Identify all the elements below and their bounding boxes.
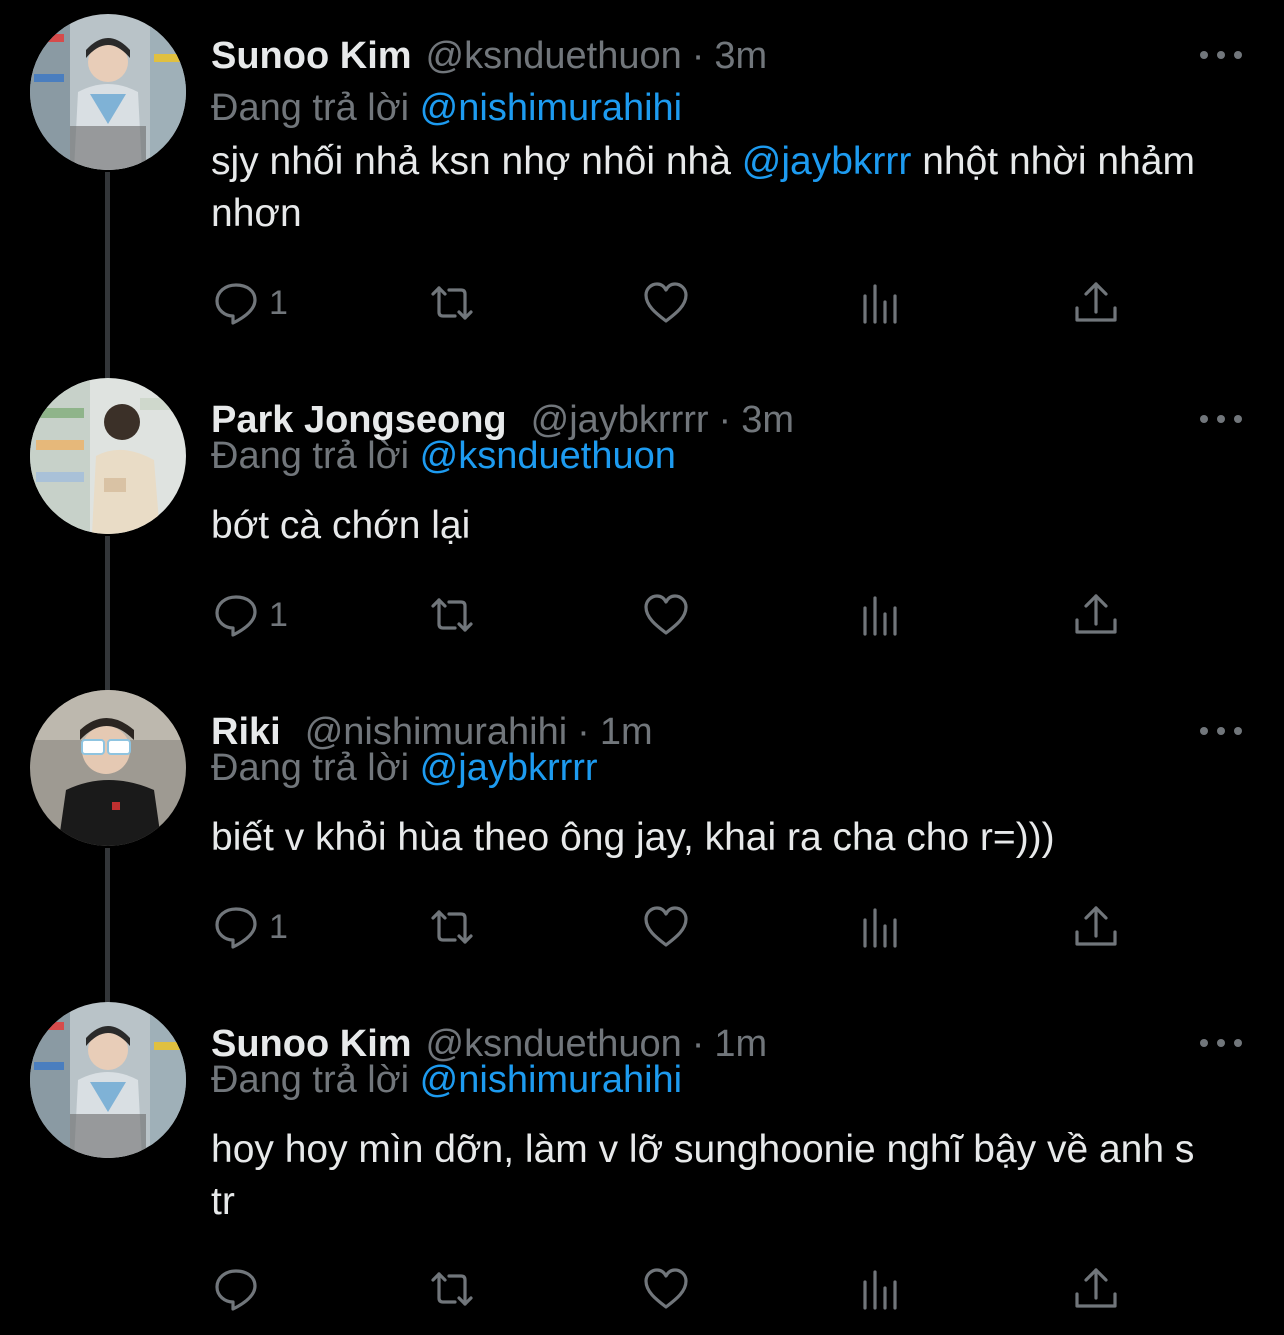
- tweet-text: sjy nhối nhả ksn nhợ nhôi nhà @jaybkrrr …: [211, 136, 1221, 240]
- views-icon: [863, 1270, 897, 1310]
- share-button[interactable]: [1071, 276, 1121, 330]
- views-icon: [863, 596, 897, 636]
- retweet-button[interactable]: [427, 1262, 477, 1316]
- replying-to-label: Đang trả lời: [211, 87, 410, 129]
- avatar-photo-jongseong: [30, 378, 186, 534]
- timestamp[interactable]: 3m: [741, 399, 794, 441]
- avatar[interactable]: [30, 378, 186, 534]
- separator: ·: [691, 35, 705, 77]
- reply-icon: [215, 283, 257, 325]
- avatar-photo-sunoo: [30, 1002, 186, 1158]
- like-button[interactable]: [641, 588, 691, 642]
- reply-count: 1: [269, 283, 288, 322]
- more-icon[interactable]: [1200, 716, 1242, 746]
- share-icon: [1075, 1268, 1117, 1308]
- action-bar: 1: [211, 276, 1131, 330]
- reply-button[interactable]: 1: [211, 276, 288, 330]
- views-icon: [863, 908, 897, 948]
- share-button[interactable]: [1071, 900, 1121, 954]
- timestamp[interactable]: 3m: [714, 35, 767, 77]
- views-button[interactable]: [857, 1262, 907, 1316]
- tweet-header: Sunoo Kim @ksnduethuon · 3m: [211, 30, 767, 82]
- like-icon: [644, 1268, 688, 1309]
- like-button[interactable]: [641, 276, 691, 330]
- views-button[interactable]: [857, 900, 907, 954]
- replying-to: Đang trả lời @nishimurahihi: [211, 82, 682, 134]
- reply-count: 1: [269, 907, 288, 946]
- retweet-button[interactable]: [427, 900, 477, 954]
- reply-button[interactable]: 1: [211, 900, 288, 954]
- share-button[interactable]: [1071, 588, 1121, 642]
- reply-count: 1: [269, 595, 288, 634]
- avatar-photo-sunoo: [30, 14, 186, 170]
- tweet-text: biết v khỏi hùa theo ông jay, khai ra ch…: [211, 812, 1221, 864]
- share-icon: [1075, 594, 1117, 634]
- like-icon: [644, 594, 688, 635]
- mention-link[interactable]: @jaybkrrr: [742, 140, 912, 183]
- tweet-text-part: bớt cà chớn lại: [211, 504, 471, 547]
- like-button[interactable]: [641, 900, 691, 954]
- thread-line: [105, 848, 110, 1004]
- like-icon: [644, 906, 688, 947]
- replying-to-label: Đang trả lời: [211, 435, 410, 477]
- reply-icon: [215, 907, 257, 949]
- display-name[interactable]: Sunoo Kim: [211, 35, 412, 77]
- avatar[interactable]: [30, 14, 186, 170]
- share-button[interactable]: [1071, 1262, 1121, 1316]
- replying-to-mention[interactable]: @nishimurahihi: [420, 1059, 682, 1101]
- avatar[interactable]: [30, 1002, 186, 1158]
- user-handle[interactable]: @ksnduethuon: [426, 35, 682, 77]
- more-icon[interactable]: [1200, 404, 1242, 434]
- action-bar: 1: [211, 900, 1131, 954]
- replying-to: Đang trả lời @ksnduethuon: [211, 430, 676, 482]
- like-button[interactable]: [641, 1262, 691, 1316]
- replying-to-label: Đang trả lời: [211, 1059, 410, 1101]
- avatar[interactable]: [30, 690, 186, 846]
- views-button[interactable]: [857, 588, 907, 642]
- action-bar: [211, 1262, 1131, 1316]
- reply-icon: [215, 595, 257, 637]
- reply-button[interactable]: [211, 1262, 269, 1316]
- retweet-icon: [431, 910, 473, 944]
- tweet-text-part: sjy nhối nhả ksn nhợ nhôi nhà: [211, 140, 742, 183]
- views-icon: [863, 284, 897, 324]
- more-icon[interactable]: [1200, 40, 1242, 70]
- tweet-text: hoy hoy mìn dỡn, làm v lỡ sunghoonie ngh…: [211, 1124, 1221, 1228]
- separator: ·: [691, 1023, 705, 1065]
- retweet-button[interactable]: [427, 588, 477, 642]
- separator: ·: [718, 399, 732, 441]
- views-button[interactable]: [857, 276, 907, 330]
- timestamp[interactable]: 1m: [714, 1023, 767, 1065]
- avatar-photo-riki: [30, 690, 186, 846]
- replying-to-mention[interactable]: @ksnduethuon: [420, 435, 676, 477]
- reply-button[interactable]: 1: [211, 588, 288, 642]
- thread-line: [105, 536, 110, 692]
- share-icon: [1075, 282, 1117, 322]
- retweet-button[interactable]: [427, 276, 477, 330]
- tweet-text-part: biết v khỏi hùa theo ông jay, khai ra ch…: [211, 816, 1055, 859]
- thread-line: [105, 172, 110, 380]
- like-icon: [644, 282, 688, 323]
- retweet-icon: [431, 1272, 473, 1306]
- timestamp[interactable]: 1m: [600, 711, 653, 753]
- tweet-text-part: hoy hoy mìn dỡn, làm v lỡ sunghoonie ngh…: [211, 1128, 1195, 1223]
- reply-icon: [215, 1269, 257, 1311]
- replying-to-mention[interactable]: @nishimurahihi: [420, 87, 682, 129]
- replying-to: Đang trả lời @nishimurahihi: [211, 1054, 682, 1106]
- replying-to: Đang trả lời @jaybkrrrr: [211, 742, 598, 794]
- more-icon[interactable]: [1200, 1028, 1242, 1058]
- retweet-icon: [431, 598, 473, 632]
- action-bar: 1: [211, 588, 1131, 642]
- replying-to-mention[interactable]: @jaybkrrrr: [420, 747, 598, 789]
- tweet-text: bớt cà chớn lại: [211, 500, 1221, 552]
- retweet-icon: [431, 286, 473, 320]
- replying-to-label: Đang trả lời: [211, 747, 410, 789]
- share-icon: [1075, 906, 1117, 946]
